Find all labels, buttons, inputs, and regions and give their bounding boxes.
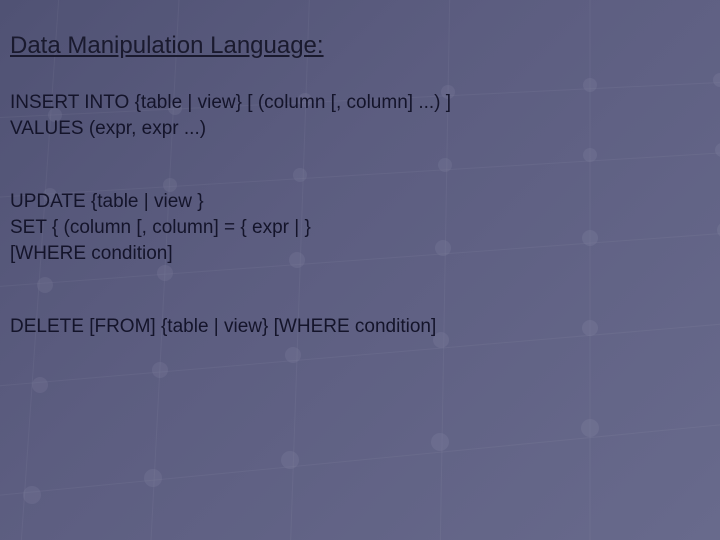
update-syntax-block: UPDATE {table | view } SET { (column [, … <box>10 189 710 266</box>
insert-line-2: VALUES (expr, expr ...) <box>10 116 710 142</box>
update-line-3: [WHERE condition] <box>10 241 710 267</box>
update-line-2: SET { (column [, column] = { expr | } <box>10 215 710 241</box>
delete-syntax-block: DELETE [FROM] {table | view} [WHERE cond… <box>10 314 710 340</box>
insert-line-1: INSERT INTO {table | view} [ (column [, … <box>10 90 710 116</box>
delete-line-1: DELETE [FROM] {table | view} [WHERE cond… <box>10 314 710 340</box>
slide-title: Data Manipulation Language: <box>10 32 710 60</box>
slide-content: Data Manipulation Language: INSERT INTO … <box>0 0 720 340</box>
insert-syntax-block: INSERT INTO {table | view} [ (column [, … <box>10 90 710 141</box>
update-line-1: UPDATE {table | view } <box>10 189 710 215</box>
